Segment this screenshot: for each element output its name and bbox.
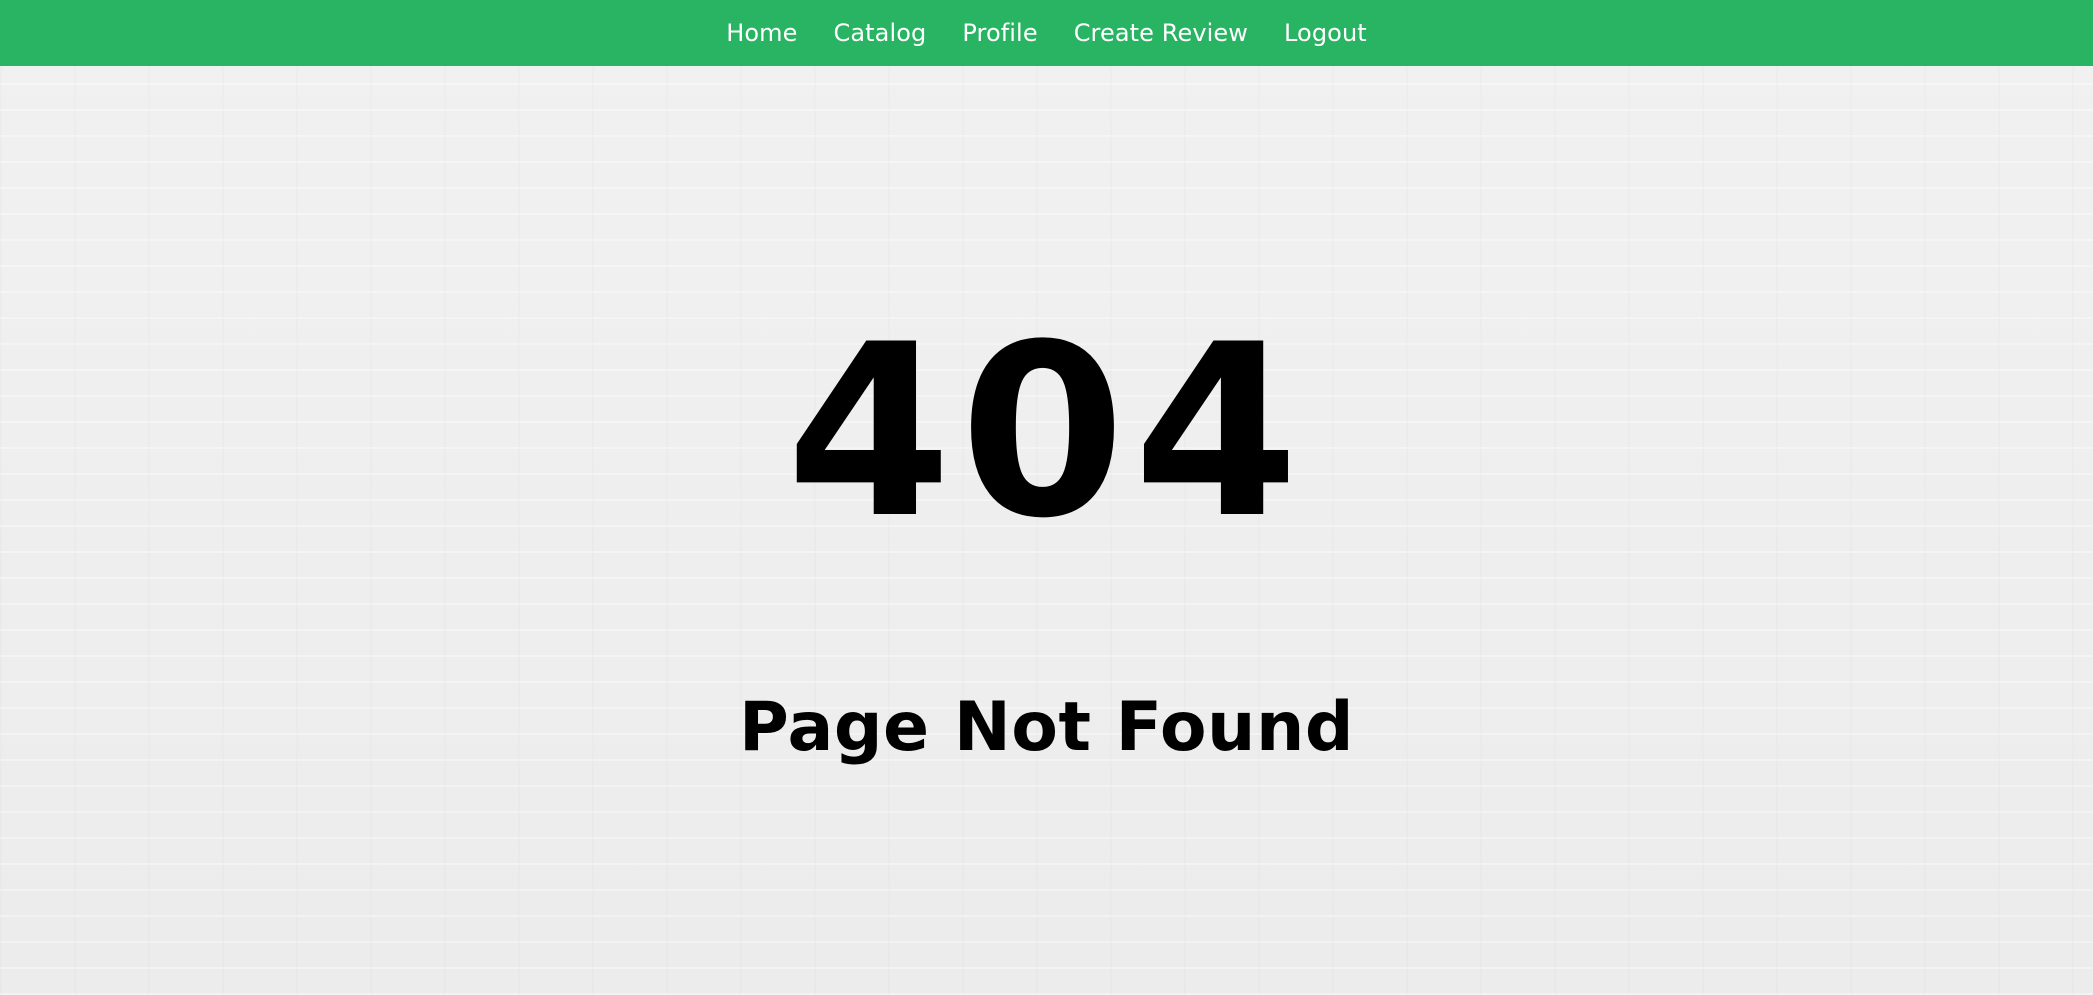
nav-link-create-review[interactable]: Create Review [1074,21,1248,45]
nav-link-catalog[interactable]: Catalog [833,21,926,45]
nav-link-logout[interactable]: Logout [1284,21,1367,45]
nav-link-profile[interactable]: Profile [962,21,1037,45]
error-code-heading: 404 [786,294,1307,571]
nav-link-home[interactable]: Home [726,21,797,45]
top-navbar: Home Catalog Profile Create Review Logou… [0,0,2093,66]
nav-links: Home Catalog Profile Create Review Logou… [726,21,1367,45]
main-content: 404 Page Not Found [0,66,2093,995]
error-message: Page Not Found [738,688,1355,767]
